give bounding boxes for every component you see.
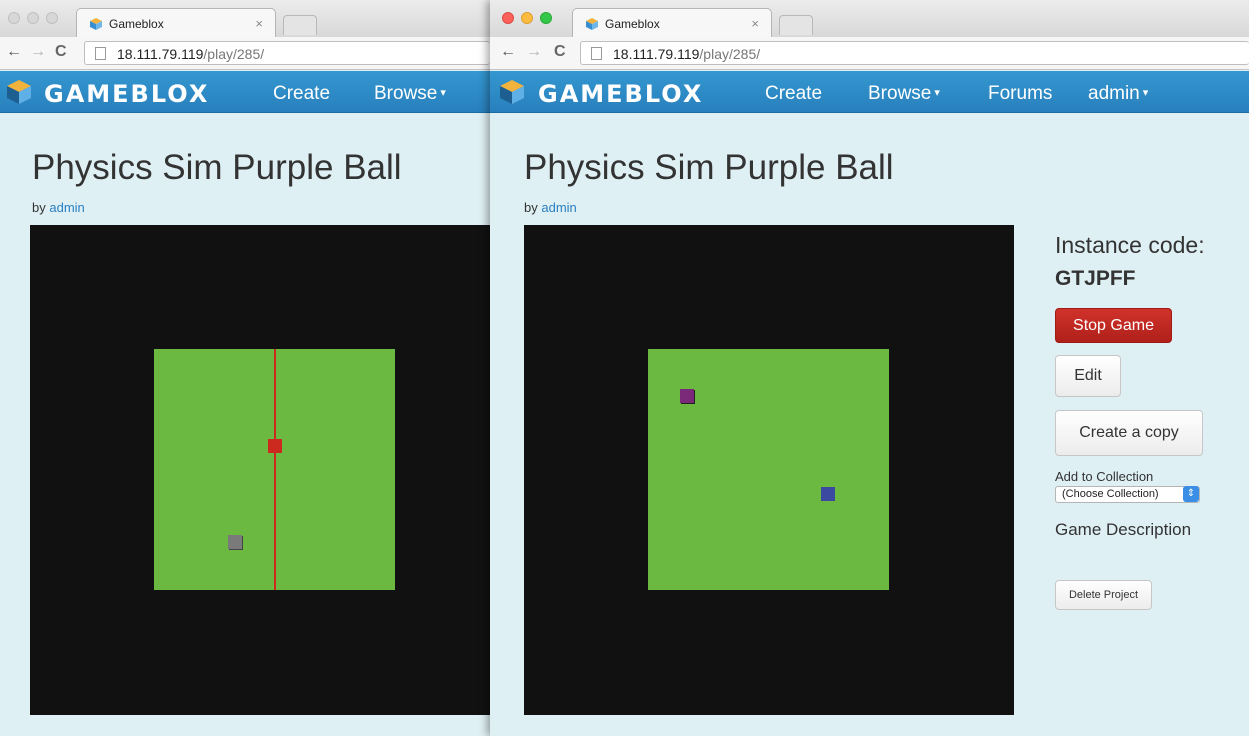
gray-block-sprite [228, 535, 242, 549]
gameblox-cube-icon [586, 18, 598, 30]
forward-arrow-icon[interactable]: → [526, 43, 542, 61]
new-tab-button[interactable] [779, 15, 813, 35]
new-tab-button[interactable] [283, 15, 317, 35]
zoom-window-button[interactable] [46, 12, 58, 24]
chevron-down-icon: ▾ [440, 87, 446, 99]
purple-ball-sprite [680, 389, 694, 403]
minimize-window-button[interactable] [521, 12, 533, 24]
reload-icon[interactable]: C [554, 43, 566, 61]
tab-strip: Gameblox × [490, 0, 1249, 37]
url-path: /play/285/ [699, 46, 761, 62]
author-link[interactable]: admin [49, 200, 84, 215]
gameblox-cube-icon[interactable] [498, 78, 526, 106]
gameblox-cube-icon [90, 18, 102, 30]
left-browser-window: Gameblox × ← → C 18.111.79.119/play/285/… [0, 0, 490, 736]
nav-create[interactable]: Create [765, 83, 822, 105]
gameblox-cube-icon[interactable] [5, 78, 33, 106]
tab-title: Gameblox [605, 17, 660, 31]
green-field [648, 349, 889, 590]
game-canvas[interactable] [30, 225, 490, 715]
byline: by admin [32, 200, 85, 215]
page-title: Physics Sim Purple Ball [524, 148, 894, 187]
minimize-window-button[interactable] [27, 12, 39, 24]
address-bar[interactable]: 18.111.79.119/play/285/ [84, 41, 490, 65]
edit-button[interactable]: Edit [1055, 355, 1121, 397]
page-icon [95, 47, 106, 60]
chevron-down-icon: ▾ [934, 87, 940, 99]
site-logo[interactable]: GAMEBLOX [538, 80, 703, 108]
red-line [274, 349, 276, 590]
browser-tab[interactable]: Gameblox × [76, 8, 276, 37]
author-link[interactable]: admin [541, 200, 576, 215]
instance-code: GTJPFF [1055, 267, 1136, 290]
nav-browse-label: Browse [868, 83, 932, 104]
nav-admin[interactable]: admin ▾ [1088, 83, 1148, 105]
game-canvas[interactable] [524, 225, 1014, 715]
back-arrow-icon[interactable]: ← [500, 43, 516, 61]
nav-create[interactable]: Create [273, 83, 330, 105]
close-icon[interactable]: × [255, 16, 263, 31]
browser-toolbar: ← → C 18.111.79.119/play/285/ [490, 37, 1249, 70]
url-host: 18.111.79.119 [117, 46, 204, 62]
byline-by: by [524, 200, 538, 215]
delete-project-button[interactable]: Delete Project [1055, 580, 1152, 610]
site-logo[interactable]: GAMEBLOX [44, 80, 209, 108]
tab-title: Gameblox [109, 17, 164, 31]
page-icon [591, 47, 602, 60]
nav-browse[interactable]: Browse ▾ [374, 83, 446, 105]
close-icon[interactable]: × [751, 16, 759, 31]
nav-admin-label: admin [1088, 83, 1140, 104]
collection-select-value: (Choose Collection) [1062, 488, 1159, 500]
nav-browse-label: Browse [374, 83, 438, 104]
create-copy-button[interactable]: Create a copy [1055, 410, 1203, 456]
add-to-collection-label: Add to Collection [1055, 469, 1154, 484]
url-path: /play/285/ [203, 46, 265, 62]
reload-icon[interactable]: C [55, 43, 67, 61]
close-window-button[interactable] [8, 12, 20, 24]
tab-strip: Gameblox × [0, 0, 490, 37]
nav-browse[interactable]: Browse ▾ [868, 83, 940, 105]
close-window-button[interactable] [502, 12, 514, 24]
zoom-window-button[interactable] [540, 12, 552, 24]
green-field [154, 349, 395, 590]
url-host: 18.111.79.119 [613, 46, 700, 62]
page-title: Physics Sim Purple Ball [32, 148, 402, 187]
blue-block-sprite [821, 487, 835, 501]
back-arrow-icon[interactable]: ← [6, 43, 22, 61]
browser-tab[interactable]: Gameblox × [572, 8, 772, 37]
address-bar[interactable]: 18.111.79.119/play/285/ [580, 41, 1249, 65]
forward-arrow-icon[interactable]: → [30, 43, 46, 61]
select-arrows-icon: ⇕ [1183, 486, 1199, 502]
nav-forums[interactable]: Forums [988, 83, 1052, 105]
chevron-down-icon: ▾ [1142, 87, 1149, 99]
right-browser-window: Gameblox × ← → C 18.111.79.119/play/285/… [490, 0, 1249, 736]
collection-select[interactable]: (Choose Collection) ⇕ [1055, 486, 1200, 503]
url-text: 18.111.79.119/play/285/ [613, 46, 760, 62]
site-navbar: GAMEBLOX Create Browse ▾ Forums admin ▾ [490, 71, 1249, 113]
byline: by admin [524, 200, 577, 215]
instance-code-label: Instance code: [1055, 232, 1205, 258]
byline-by: by [32, 200, 46, 215]
site-navbar: GAMEBLOX Create Browse ▾ [0, 71, 490, 113]
game-description-label: Game Description [1055, 520, 1192, 539]
url-text: 18.111.79.119/play/285/ [117, 46, 264, 62]
browser-toolbar: ← → C 18.111.79.119/play/285/ [0, 37, 490, 70]
red-block-sprite [268, 439, 282, 453]
stop-game-button[interactable]: Stop Game [1055, 308, 1172, 343]
